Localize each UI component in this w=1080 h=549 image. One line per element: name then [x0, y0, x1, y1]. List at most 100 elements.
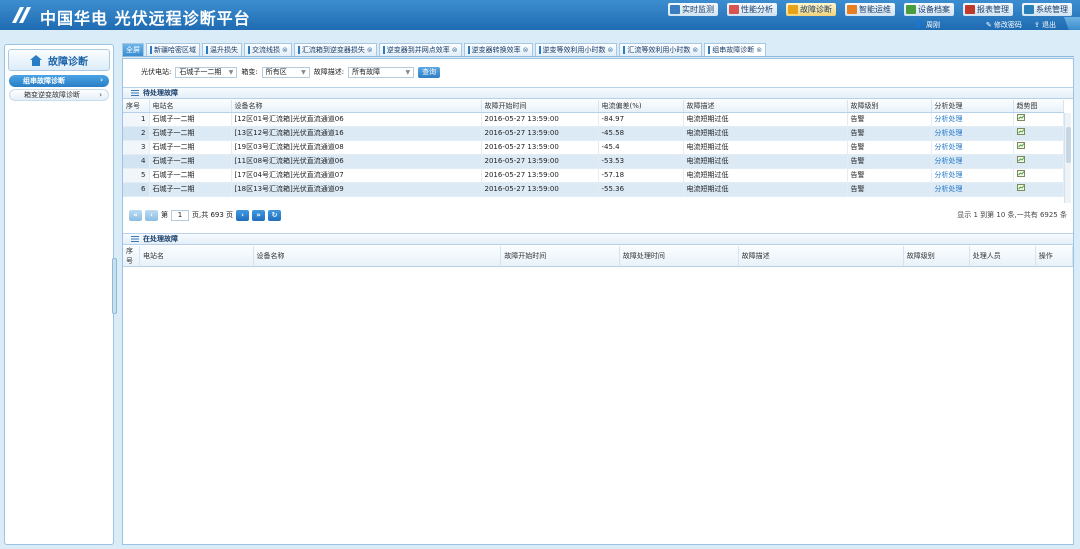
last-page-button[interactable]: » [252, 209, 266, 221]
table-row[interactable]: 2 石城子一二期 [13区12号汇流箱]光伏直流通道16 2016-05-27 13:… [123, 126, 1064, 141]
cell-time: 2016-05-27 13:59:00 [481, 154, 599, 169]
close-icon[interactable]: ⊗ [523, 46, 529, 54]
tab-item[interactable]: 温升损失 [202, 43, 242, 56]
analyze-link[interactable]: 分析处理 [931, 112, 1014, 127]
topnav-label: 报表管理 [977, 5, 1009, 14]
cell-desc: 电流短期过低 [683, 168, 848, 183]
cell-desc: 电流短期过低 [683, 182, 848, 197]
tab-label: 温升损失 [210, 46, 238, 54]
column-header[interactable]: 趋势图 [1013, 100, 1064, 113]
cell-no: 6 [123, 182, 150, 197]
tab-label: 逆变器到并网点效率 [386, 46, 450, 54]
close-icon[interactable]: ⊗ [282, 46, 288, 54]
topnav-item[interactable]: 故障诊断 [786, 3, 836, 16]
tab-item[interactable]: 汇流等效利用小时数 ⊗ [619, 43, 703, 56]
topnav-item[interactable]: 智能运维 [845, 3, 895, 16]
topnav-item[interactable]: 系统管理 [1022, 3, 1072, 16]
tab-item[interactable]: 逆变等效利用小时数 ⊗ [534, 43, 618, 56]
sidebar-collapse-handle[interactable] [112, 258, 117, 314]
desc-label: 故障描述: [313, 68, 345, 76]
column-header[interactable]: 电站名 [149, 100, 232, 113]
tab-fullscreen[interactable]: 全屏 [122, 43, 144, 56]
cell-dev: -45.4 [598, 140, 684, 155]
analyze-link[interactable]: 分析处理 [931, 140, 1014, 155]
tab-label: 组串故障诊断 [712, 46, 755, 54]
close-icon[interactable]: ⊗ [367, 46, 373, 54]
sidebar-header[interactable]: 故障诊断 [8, 49, 110, 71]
column-header[interactable]: 故障描述 [683, 100, 848, 113]
close-icon[interactable]: ⊗ [608, 46, 614, 54]
tab-item[interactable]: 逆变器到并网点效率 ⊗ [378, 43, 462, 56]
column-header[interactable]: 操作 [1035, 246, 1074, 267]
analyze-link[interactable]: 分析处理 [931, 182, 1014, 197]
close-icon[interactable]: ⊗ [452, 46, 458, 54]
station-select[interactable]: 石城子一二期 ▼ [175, 66, 238, 78]
tab-item[interactable]: 逆变器转换效率 ⊗ [463, 43, 533, 56]
analyze-link[interactable]: 分析处理 [931, 168, 1014, 183]
app-header: 中国华电 光伏远程诊断平台 实时监测 性能分析 故障诊断 智能运维 设备档案 报表管理 系统… [0, 0, 1080, 30]
tab-item[interactable]: 汇流箱到逆变器损失 ⊗ [293, 43, 377, 56]
page-number-input[interactable]: 1 [171, 209, 189, 221]
pending-scrollbar-thumb[interactable] [1066, 127, 1071, 163]
trend-chart-icon[interactable] [1016, 184, 1026, 192]
trend-chart-icon[interactable] [1016, 114, 1026, 122]
area-select[interactable]: 所有区 ▼ [261, 66, 310, 78]
trend-chart-icon[interactable] [1016, 170, 1026, 178]
table-row[interactable]: 6 石城子一二期 [18区13号汇流箱]光伏直流通道09 2016-05-27 13:… [123, 182, 1064, 197]
prev-page-button[interactable]: ‹ [145, 209, 158, 221]
analyze-link[interactable]: 分析处理 [931, 154, 1014, 169]
tab-marker [248, 46, 250, 54]
analyze-link[interactable]: 分析处理 [931, 126, 1014, 141]
query-button[interactable]: 查询 [418, 66, 441, 78]
column-header[interactable]: 分析处理 [931, 100, 1014, 113]
table-row[interactable]: 1 石城子一二期 [12区01号汇流箱]光伏直流通道06 2016-05-27 13:… [123, 112, 1064, 127]
top-navigation: 实时监测 性能分析 故障诊断 智能运维 设备档案 报表管理 系统管理 [668, 3, 1072, 17]
cell-level: 告警 [847, 168, 932, 183]
column-header[interactable]: 故障级别 [903, 246, 970, 267]
sidebar-item-string-fault[interactable]: 组串故障诊断 › [9, 75, 109, 87]
tab-item[interactable]: 新疆哈密区域 [146, 43, 200, 56]
fault-desc-select[interactable]: 所有故障 ▼ [348, 66, 415, 78]
user-links: ✎ 修改密码 ⇪ 退出 [986, 20, 1056, 30]
tab-item[interactable]: 组串故障诊断 ⊗ [704, 43, 767, 56]
chevron-down-icon: ▼ [405, 68, 411, 76]
table-row[interactable]: 5 石城子一二期 [17区04号汇流箱]光伏直流通道07 2016-05-27 13:… [123, 168, 1064, 183]
first-page-button[interactable]: « [129, 209, 142, 221]
main-panel: 光伏电站: 石城子一二期 ▼ 箱变: 所有区 ▼ 故障描述: 所有故障 ▼ 查询 待处… [122, 58, 1074, 545]
table-row[interactable]: 3 石城子一二期 [19区03号汇流箱]光伏直流通道08 2016-05-27 13:… [123, 140, 1064, 155]
table-row[interactable]: 4 石城子一二期 [11区08号汇流箱]光伏直流通道06 2016-05-27 13:… [123, 154, 1064, 169]
column-header[interactable]: 电站名 [139, 246, 254, 267]
chevron-down-icon: ▼ [301, 68, 306, 76]
column-header[interactable]: 故障级别 [847, 100, 932, 113]
column-header[interactable]: 序号 [123, 100, 150, 113]
next-page-button[interactable]: › [236, 209, 250, 221]
column-header[interactable]: 序号 [123, 246, 140, 267]
column-header[interactable]: 故障描述 [738, 246, 904, 267]
pending-scrollbar[interactable] [1064, 113, 1071, 203]
sidebar-item-inverter-fault[interactable]: 箱变逆变故障诊断 › [9, 89, 109, 101]
column-header[interactable]: 故障开始时间 [481, 100, 599, 113]
column-header[interactable]: 电流偏差(%) [598, 100, 684, 113]
topnav-item[interactable]: 性能分析 [727, 3, 777, 16]
cell-dev: -57.18 [598, 168, 684, 183]
logout-link[interactable]: ⇪ 退出 [1034, 20, 1056, 30]
change-password-link[interactable]: ✎ 修改密码 [986, 20, 1022, 30]
tab-item[interactable]: 交流线损 ⊗ [244, 43, 292, 56]
column-header[interactable]: 处理人员 [969, 246, 1036, 267]
trend-chart-icon[interactable] [1016, 156, 1026, 164]
topnav-item[interactable]: 报表管理 [963, 3, 1013, 16]
trend-chart-icon[interactable] [1016, 128, 1026, 136]
close-icon[interactable]: ⊗ [692, 46, 698, 54]
refresh-icon[interactable]: ↻ [268, 209, 282, 221]
column-header[interactable]: 设备名称 [231, 100, 482, 113]
column-header[interactable]: 故障处理时间 [619, 246, 739, 267]
nav-icon [847, 5, 857, 14]
topnav-item[interactable]: 设备档案 [904, 3, 954, 16]
cell-dev: -53.53 [598, 154, 684, 169]
column-header[interactable]: 设备名称 [253, 246, 502, 267]
close-icon[interactable]: ⊗ [756, 46, 762, 54]
trend-chart-icon[interactable] [1016, 142, 1026, 150]
column-header[interactable]: 故障开始时间 [500, 246, 620, 267]
station-label: 光伏电站: [141, 68, 172, 76]
topnav-item[interactable]: 实时监测 [668, 3, 718, 16]
